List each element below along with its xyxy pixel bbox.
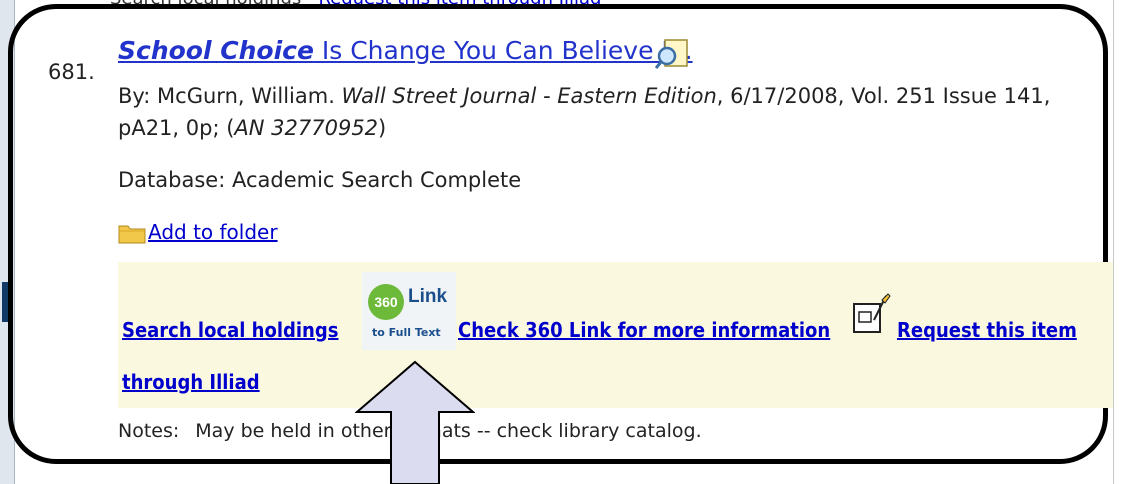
- right-divider: [1113, 0, 1114, 484]
- folder-icon[interactable]: [118, 222, 146, 244]
- search-local-holdings-link[interactable]: Search local holdings: [122, 318, 338, 342]
- result-number: 681.: [48, 60, 95, 84]
- database-label: Database: Academic Search Complete: [118, 168, 522, 192]
- link-360-button[interactable]: 360 Link to Full Text: [362, 272, 456, 350]
- detailed-record-icon[interactable]: [655, 38, 691, 70]
- request-form-icon[interactable]: [852, 292, 892, 334]
- page-info: pA21, 0p; (: [118, 116, 235, 140]
- add-to-folder-link[interactable]: Add to folder: [148, 220, 278, 244]
- accession-number: AN 32770952: [234, 116, 379, 140]
- result-title-link[interactable]: School Choice Is Change You Can Believe …: [118, 36, 693, 65]
- author: By: McGurn, William.: [118, 84, 342, 108]
- link-360-logo-number: 360: [368, 284, 404, 320]
- through-illiad-link[interactable]: through Illiad: [122, 370, 260, 394]
- pointer-arrow: [355, 360, 475, 484]
- title-bold-part[interactable]: School Choice: [118, 36, 314, 65]
- close-paren: ): [378, 116, 387, 140]
- journal-name: Wall Street Journal - Eastern Edition: [341, 84, 717, 108]
- issue-info: , 6/17/2008, Vol. 251 Issue 141,: [716, 84, 1051, 108]
- link-360-logo-subtitle: to Full Text: [372, 326, 441, 339]
- check-360-link[interactable]: Check 360 Link for more information: [458, 318, 830, 342]
- citation-details: By: McGurn, William. Wall Street Journal…: [118, 80, 1050, 144]
- request-item-link[interactable]: Request this item: [897, 318, 1077, 342]
- link-360-logo-word: Link: [408, 286, 448, 307]
- title-rest-part[interactable]: Is Change You Can Believe In.: [314, 36, 693, 65]
- notes-label: Notes:: [118, 420, 180, 442]
